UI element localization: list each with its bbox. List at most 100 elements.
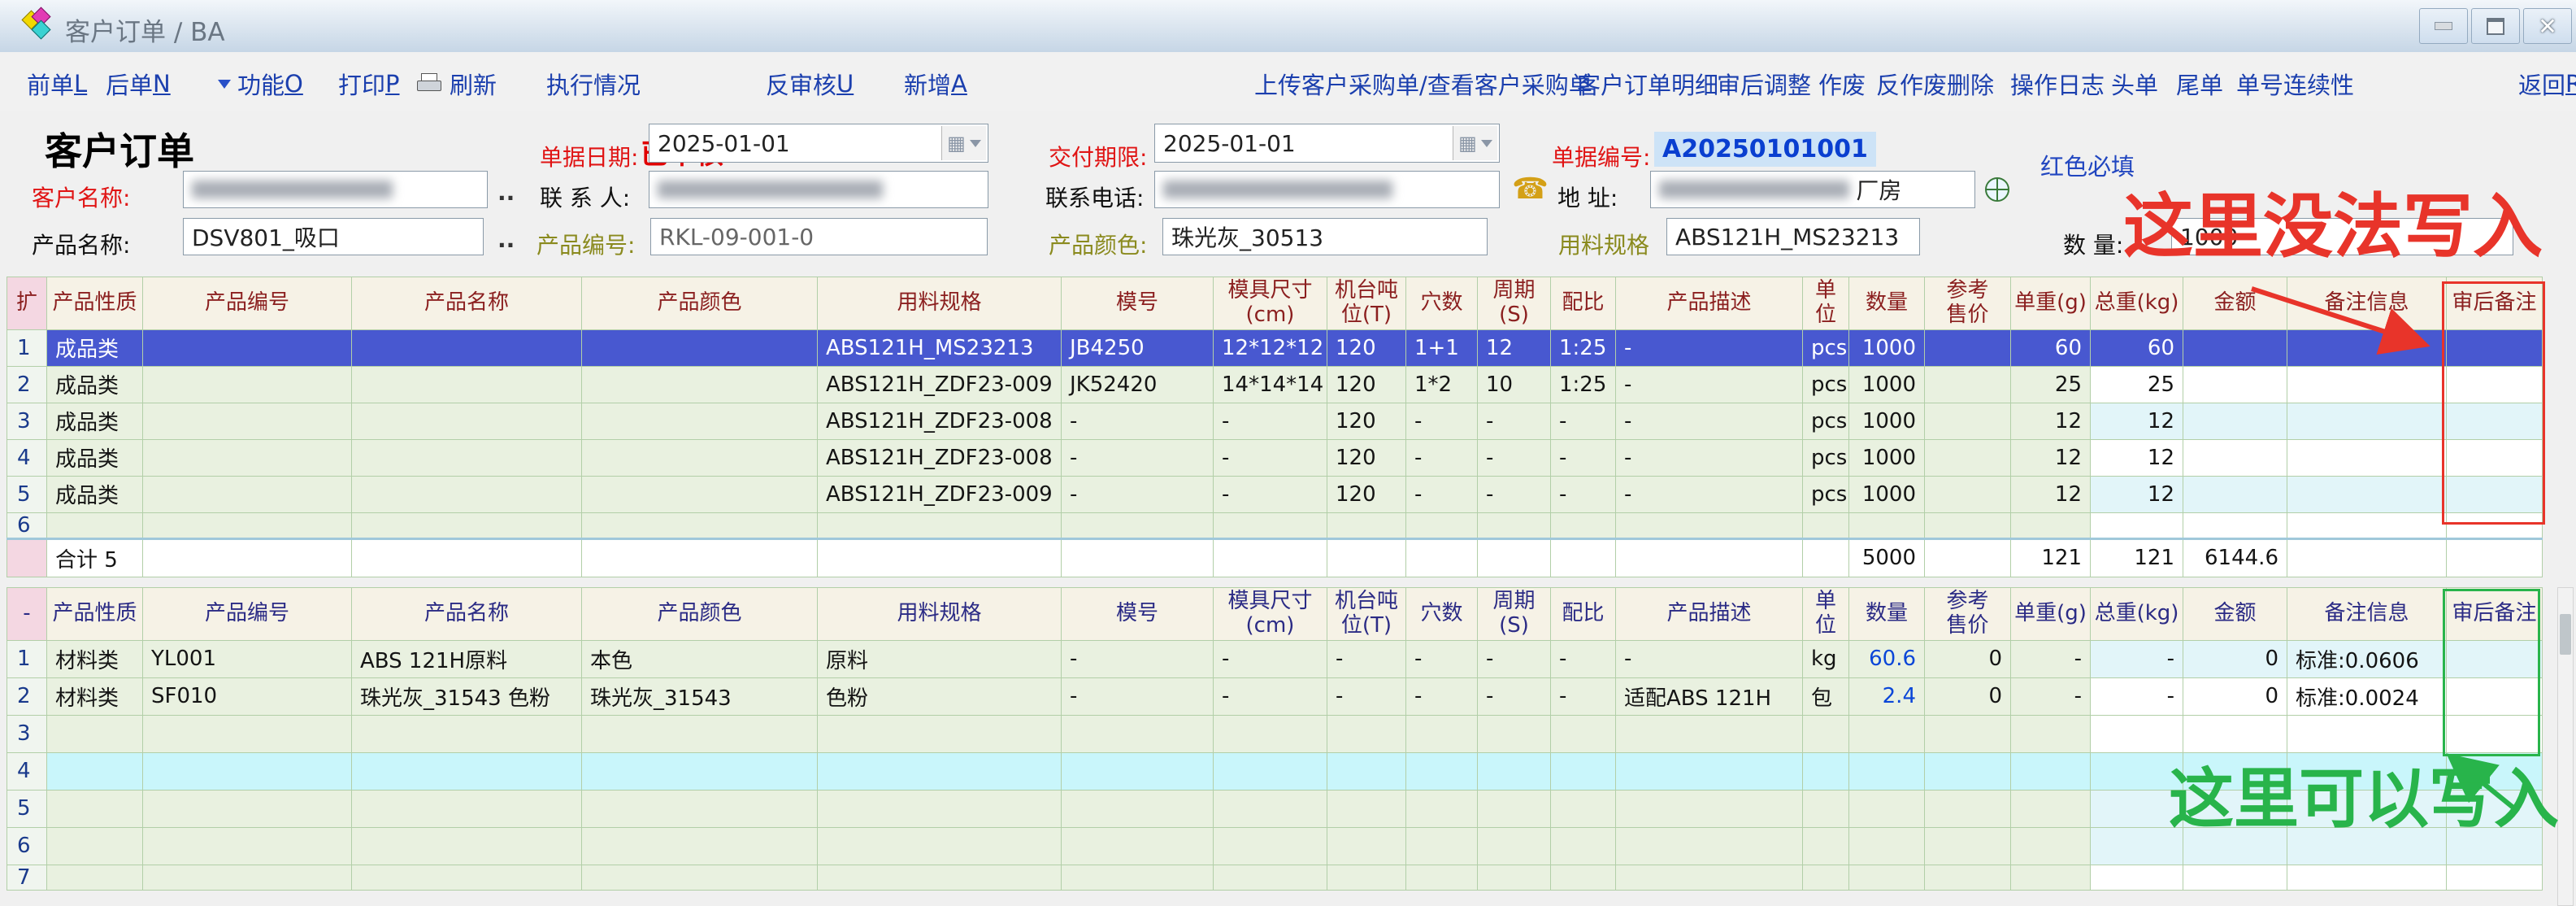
column-header[interactable]: 产品性质 (47, 277, 143, 330)
cell[interactable] (1214, 827, 1327, 865)
column-header[interactable]: 金额 (2183, 277, 2287, 330)
cell[interactable]: - (1062, 439, 1214, 476)
cell[interactable]: 12 (2011, 476, 2091, 512)
cell[interactable] (1925, 366, 2011, 403)
cell[interactable] (1803, 790, 1849, 827)
cell[interactable]: - (1062, 677, 1214, 715)
cell[interactable]: 5000 (1849, 538, 1925, 577)
close-button[interactable]: ✕ (2523, 8, 2572, 44)
cell[interactable]: 10 (1478, 366, 1551, 403)
customer-input[interactable] (183, 171, 488, 208)
cell[interactable] (1478, 865, 1551, 890)
product-name-input[interactable]: DSV801_吸口 (183, 218, 484, 255)
cell[interactable]: - (2011, 640, 2091, 677)
cell[interactable] (818, 512, 1062, 538)
cell[interactable] (352, 403, 582, 439)
cell[interactable]: - (1616, 476, 1803, 512)
cell[interactable]: 120 (1327, 439, 1406, 476)
cell[interactable] (2011, 790, 2091, 827)
cell[interactable]: ABS121H_ZDF23-008 (818, 403, 1062, 439)
cell[interactable]: - (1062, 476, 1214, 512)
product-no-input[interactable]: RKL-09-001-0 (650, 218, 988, 255)
cell[interactable] (1925, 538, 2011, 577)
cell[interactable] (2287, 752, 2447, 790)
column-header[interactable]: 用料规格 (818, 277, 1062, 330)
cell[interactable] (2183, 329, 2287, 366)
cell[interactable] (1062, 538, 1214, 577)
cell[interactable]: 12 (2011, 439, 2091, 476)
cell[interactable]: - (2011, 677, 2091, 715)
doc-date-input[interactable]: 2025-01-01 ▦ (649, 124, 988, 163)
cell[interactable]: 14*14*14 (1214, 366, 1327, 403)
cell[interactable]: - (1478, 439, 1551, 476)
cell[interactable]: ABS 121H原料 (352, 640, 582, 677)
column-header[interactable]: 模具尺寸 (cm) (1214, 588, 1327, 641)
cell[interactable] (1551, 865, 1616, 890)
cell[interactable]: 60.6 (1849, 640, 1925, 677)
cell[interactable] (1214, 752, 1327, 790)
cell[interactable]: - (1214, 439, 1327, 476)
cell[interactable] (582, 366, 818, 403)
cell[interactable] (143, 403, 352, 439)
cell[interactable] (1478, 538, 1551, 577)
toolbar-item-头单[interactable]: 头单 (2111, 67, 2158, 101)
cell[interactable] (352, 512, 582, 538)
cell[interactable] (2287, 790, 2447, 827)
cell[interactable]: SF010 (143, 677, 352, 715)
cell[interactable]: 成品类 (47, 403, 143, 439)
cell[interactable] (1803, 752, 1849, 790)
column-header[interactable]: 产品编号 (143, 588, 352, 641)
cell[interactable] (2287, 538, 2447, 577)
cell[interactable] (2011, 827, 2091, 865)
cell[interactable]: - (1551, 476, 1616, 512)
column-header[interactable]: 模号 (1062, 277, 1214, 330)
cell[interactable] (818, 790, 1062, 827)
cell[interactable]: - (1616, 329, 1803, 366)
cell[interactable]: - (1551, 439, 1616, 476)
cell[interactable] (1406, 865, 1478, 890)
cell[interactable]: 25 (2091, 366, 2183, 403)
cell[interactable]: 1*2 (1406, 366, 1478, 403)
column-header[interactable]: 穴数 (1406, 277, 1478, 330)
toolbar-item-反审核[interactable]: 反审核U (766, 67, 854, 101)
cell[interactable] (2011, 715, 2091, 752)
cell[interactable]: 2.4 (1849, 677, 1925, 715)
column-header[interactable]: 参考 售价 (1925, 277, 2011, 330)
cell[interactable] (143, 512, 352, 538)
cell[interactable]: 12 (2091, 476, 2183, 512)
cell[interactable] (352, 439, 582, 476)
cell[interactable] (2183, 366, 2287, 403)
contact-input[interactable] (649, 171, 988, 208)
row-number-cell[interactable]: 6 (7, 827, 47, 865)
cell[interactable] (582, 827, 818, 865)
column-header[interactable]: 穴数 (1406, 588, 1478, 641)
cell[interactable] (2287, 439, 2447, 476)
cell[interactable]: - (1327, 677, 1406, 715)
column-header[interactable]: 产品性质 (47, 588, 143, 641)
column-header[interactable]: 备注信息 (2287, 277, 2447, 330)
row-number-cell[interactable]: 2 (7, 366, 47, 403)
column-header[interactable]: 参考 售价 (1925, 588, 2011, 641)
phone-input[interactable] (1154, 171, 1500, 208)
cell[interactable] (582, 476, 818, 512)
column-header[interactable]: 产品编号 (143, 277, 352, 330)
cell[interactable] (1925, 827, 2011, 865)
toolbar-item-后单[interactable]: 后单N (106, 67, 171, 101)
cell[interactable] (1925, 476, 2011, 512)
cell[interactable]: 成品类 (47, 366, 143, 403)
column-header[interactable]: 审后备注 (2447, 588, 2543, 641)
cell[interactable] (818, 827, 1062, 865)
toolbar-item-审后调整[interactable]: 审后调整 (1717, 67, 1811, 101)
cell[interactable] (1214, 790, 1327, 827)
column-header[interactable]: 模号 (1062, 588, 1214, 641)
column-header[interactable]: 产品描述 (1616, 277, 1803, 330)
column-header[interactable]: 机台吨 位(T) (1327, 588, 1406, 641)
cell[interactable] (2447, 827, 2543, 865)
cell[interactable] (1406, 538, 1478, 577)
material-spec-input[interactable]: ABS121H_MS23213 (1666, 218, 1920, 255)
cell[interactable] (2091, 512, 2183, 538)
cell[interactable] (1551, 752, 1616, 790)
column-header[interactable]: 金额 (2183, 588, 2287, 641)
cell[interactable] (582, 752, 818, 790)
column-header[interactable]: 单重(g) (2011, 588, 2091, 641)
